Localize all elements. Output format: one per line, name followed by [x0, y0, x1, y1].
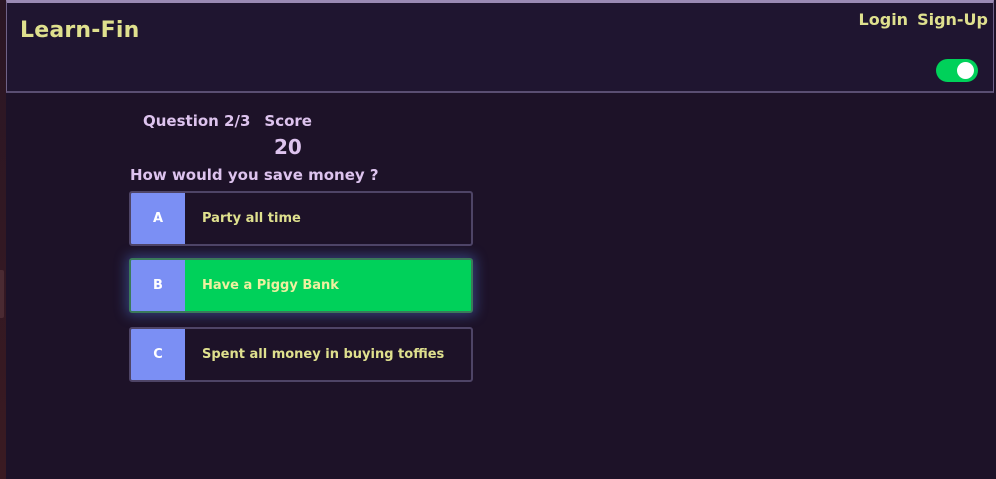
option-c-button[interactable]: C Spent all money in buying toffies: [129, 327, 473, 382]
brand-logo-text[interactable]: Learn-Fin: [20, 18, 139, 43]
score-label: Score: [264, 112, 312, 130]
option-letter: A: [131, 193, 185, 244]
theme-toggle[interactable]: [936, 59, 978, 82]
score-value: 20: [274, 135, 302, 159]
resize-handle[interactable]: [0, 270, 4, 318]
toggle-knob: [957, 62, 974, 79]
page: Learn-Fin Login Sign-Up Question 2/3 Sco…: [0, 0, 996, 479]
option-text: Have a Piggy Bank: [202, 278, 339, 293]
option-text: Party all time: [202, 211, 301, 226]
nav-links: Login Sign-Up: [859, 10, 988, 29]
navbar: Learn-Fin Login Sign-Up: [6, 0, 994, 93]
signup-link[interactable]: Sign-Up: [917, 10, 988, 29]
option-text: Spent all money in buying toffies: [202, 347, 445, 362]
option-letter: C: [131, 329, 185, 380]
option-b-button[interactable]: B Have a Piggy Bank: [129, 258, 473, 313]
option-letter: B: [131, 260, 185, 311]
option-a-button[interactable]: A Party all time: [129, 191, 473, 246]
login-link[interactable]: Login: [859, 10, 909, 29]
quiz-status: Question 2/3 Score: [143, 112, 312, 130]
question-text: How would you save money ?: [130, 166, 379, 184]
question-counter: Question 2/3: [143, 112, 251, 130]
